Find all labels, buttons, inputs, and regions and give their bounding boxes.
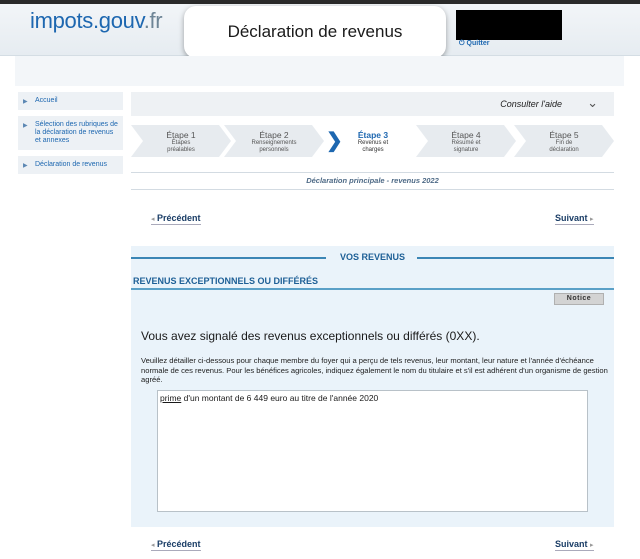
previous-link-top[interactable]: ◂ Précédent <box>151 213 201 225</box>
step-5: Étape 5 Fin de déclaration <box>524 125 604 157</box>
step-label: Étape 3 <box>357 130 389 140</box>
step-2: Étape 2 Renseignements personnels <box>234 125 314 157</box>
quit-link[interactable]: ⏻ Quitter <box>459 40 490 48</box>
textarea-word-prime: prime <box>160 393 182 403</box>
main-content: Consulter l'aide ⌄ ❯ Étape 1 Étapes préa… <box>131 92 614 190</box>
overlay-title-card: Déclaration de revenus <box>184 6 446 58</box>
step-sub: Fin de déclaration <box>549 140 579 153</box>
sidebar-item-label: Accueil <box>35 97 58 104</box>
sidebar-item-label: Sélection des rubriques de la déclaratio… <box>35 121 118 144</box>
section-title: VOS REVENUS <box>339 252 406 262</box>
step-sub: Résumé et signature <box>451 140 481 153</box>
previous-label: Précédent <box>157 213 201 223</box>
step-sub: Étapes préalables <box>167 140 195 153</box>
signal-text: Vous avez signalé des revenus exceptionn… <box>141 329 480 343</box>
triangle-right-icon: ▶ <box>23 163 28 169</box>
triangle-right-icon: ▶ <box>23 99 28 105</box>
details-textarea[interactable]: prime d'un montant de 6 449 euro au titr… <box>157 390 588 512</box>
step-3: Étape 3 Revenus et charges <box>333 125 413 157</box>
sidebar: ▶ Accueil ▶ Sélection des rubriques de l… <box>18 92 123 180</box>
next-label: Suivant <box>555 539 588 549</box>
step-progress: ❯ Étape 1 Étapes préalables Étape 2 Rens… <box>131 125 614 157</box>
next-link-bottom[interactable]: Suivant ▸ <box>555 539 594 551</box>
sidebar-item-label: Déclaration de revenus <box>35 161 107 168</box>
site-logo[interactable]: impots.gouv.fr <box>30 8 163 34</box>
step-sub: Renseignements personnels <box>251 140 297 153</box>
help-bar[interactable]: Consulter l'aide ⌄ <box>131 92 614 116</box>
notice-button[interactable]: Notice <box>554 293 604 305</box>
textarea-value: d'un montant de 6 449 euro au titre de l… <box>181 393 379 403</box>
step-label: Étape 5 <box>549 130 579 140</box>
quit-label: Quitter <box>466 40 490 47</box>
step-label: Étape 4 <box>451 130 481 140</box>
next-link-top[interactable]: Suivant ▸ <box>555 213 594 225</box>
step-sub: Revenus et charges <box>357 140 389 153</box>
revenus-section: VOS REVENUS REVENUS EXCEPTIONNELS OU DIF… <box>131 246 614 527</box>
previous-label: Précédent <box>157 539 201 549</box>
help-label: Consulter l'aide <box>500 99 562 109</box>
step-label: Étape 2 <box>259 130 289 140</box>
redacted-user-block <box>456 10 562 40</box>
declaration-title: Déclaration principale - revenus 2022 <box>131 172 614 190</box>
step-4: Étape 4 Résumé et signature <box>426 125 506 157</box>
section-heading: VOS REVENUS <box>131 251 614 265</box>
logo-part-impots: impots <box>30 8 93 33</box>
next-label: Suivant <box>555 213 588 223</box>
logo-part-gouv: .gouv <box>93 8 144 33</box>
chevron-left-icon: ◂ <box>151 216 155 223</box>
sidebar-item-accueil[interactable]: ▶ Accueil <box>18 92 123 110</box>
previous-link-bottom[interactable]: ◂ Précédent <box>151 539 201 551</box>
section-subtitle: REVENUS EXCEPTIONNELS OU DIFFÉRÉS <box>131 274 614 290</box>
triangle-right-icon: ▶ <box>23 123 28 129</box>
header-band <box>15 56 624 86</box>
logo-part-fr: .fr <box>143 8 163 33</box>
detail-text: Veuillez détailler ci-dessous pour chaqu… <box>141 356 608 385</box>
power-icon: ⏻ <box>459 40 465 47</box>
step-label: Étape 1 <box>166 130 196 140</box>
chevron-right-icon: ▸ <box>590 542 594 549</box>
sidebar-item-declaration[interactable]: ▶ Déclaration de revenus <box>18 156 123 174</box>
sidebar-item-selection[interactable]: ▶ Sélection des rubriques de la déclarat… <box>18 116 123 150</box>
chevron-right-icon: ▸ <box>590 216 594 223</box>
step-1: Étape 1 Étapes préalables <box>141 125 221 157</box>
chevron-left-icon: ◂ <box>151 542 155 549</box>
chevron-down-icon[interactable]: ⌄ <box>587 95 598 111</box>
